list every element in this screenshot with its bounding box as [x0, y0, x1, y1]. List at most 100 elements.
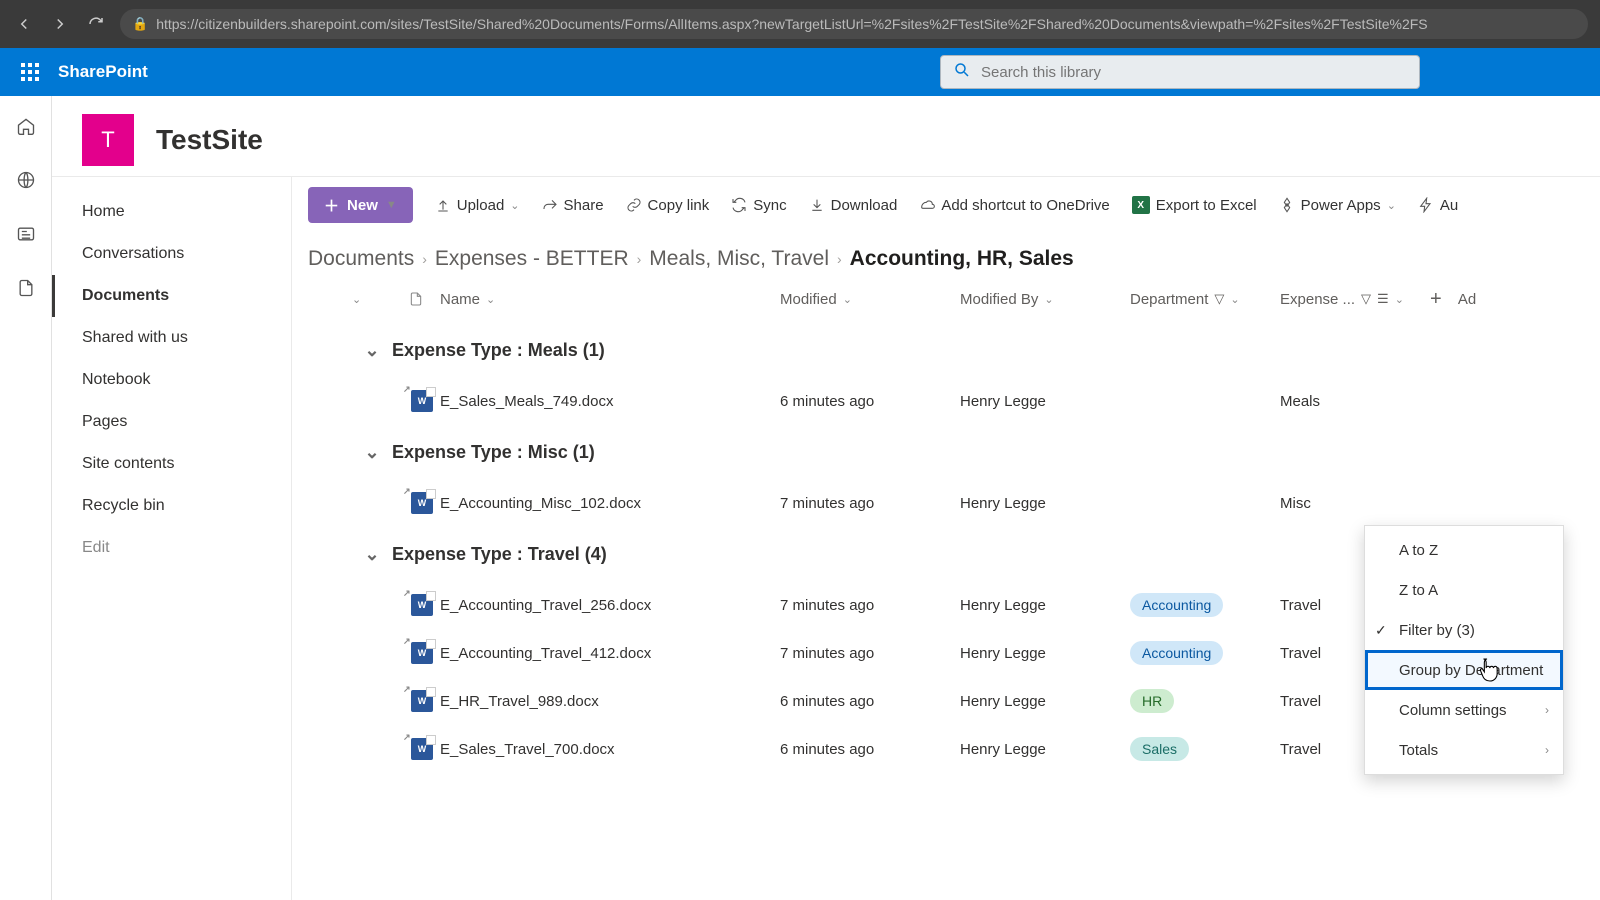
department-value: Accounting [1130, 641, 1280, 665]
group-row[interactable]: ⌄Expense Type : Meals (1) [296, 323, 1596, 377]
file-name[interactable]: E_Accounting_Travel_412.docx [440, 645, 780, 662]
crumb-documents[interactable]: Documents [308, 247, 414, 271]
globe-icon[interactable] [14, 168, 38, 192]
nav-documents[interactable]: Documents [52, 275, 291, 317]
chevron-down-icon: ▼ [386, 199, 397, 211]
url-text: https://citizenbuilders.sharepoint.com/s… [156, 16, 1427, 32]
file-name[interactable]: E_HR_Travel_989.docx [440, 693, 780, 710]
browser-toolbar: 🔒 https://citizenbuilders.sharepoint.com… [0, 0, 1600, 48]
crumb-types[interactable]: Meals, Misc, Travel [649, 247, 829, 271]
powerapps-button[interactable]: Power Apps⌄ [1279, 197, 1396, 214]
chevron-down-icon: ⌄ [486, 293, 495, 306]
download-button[interactable]: Download [809, 197, 898, 214]
reload-button[interactable] [84, 12, 108, 36]
nav-recycle[interactable]: Recycle bin [52, 485, 291, 527]
table-row[interactable]: ↗WE_Accounting_Misc_102.docx7 minutes ag… [296, 479, 1596, 527]
chevron-down-icon[interactable]: ⌄ [352, 544, 392, 565]
site-header: T TestSite [52, 96, 1600, 176]
news-icon[interactable] [14, 222, 38, 246]
nav-notebook[interactable]: Notebook [52, 359, 291, 401]
department-value: Sales [1130, 737, 1280, 761]
search-icon [953, 61, 971, 84]
table-row[interactable]: ↗WE_Sales_Meals_749.docx6 minutes agoHen… [296, 377, 1596, 425]
filter-icon: ▽ [1361, 291, 1371, 307]
nav-sitecontents[interactable]: Site contents [52, 443, 291, 485]
department-value: Accounting [1130, 593, 1280, 617]
site-logo[interactable]: T [82, 114, 134, 166]
column-name[interactable]: Name⌄ [440, 291, 780, 308]
expand-all[interactable]: ⌄ [352, 293, 392, 306]
back-button[interactable] [12, 12, 36, 36]
group-label: Expense Type : Travel (4) [392, 544, 607, 565]
expensetype-value: Misc [1280, 495, 1430, 512]
file-name[interactable]: E_Sales_Meals_749.docx [440, 393, 780, 410]
word-file-icon: ↗W [411, 594, 433, 616]
modified-value: 6 minutes ago [780, 393, 960, 410]
addshortcut-button[interactable]: Add shortcut to OneDrive [919, 197, 1109, 214]
forward-button[interactable] [48, 12, 72, 36]
chevron-down-icon: ⌄ [843, 293, 852, 306]
menu-filter-by[interactable]: ✓Filter by (3) [1365, 610, 1563, 650]
column-department[interactable]: Department▽⌄ [1130, 291, 1280, 308]
add-column-button[interactable]: + Ad [1430, 288, 1490, 311]
word-file-icon: ↗W [411, 492, 433, 514]
word-file-icon: ↗W [411, 738, 433, 760]
address-bar[interactable]: 🔒 https://citizenbuilders.sharepoint.com… [120, 9, 1588, 39]
nav-home[interactable]: Home [52, 191, 291, 233]
modified-value: 7 minutes ago [780, 645, 960, 662]
upload-button[interactable]: Upload⌄ [435, 197, 520, 214]
chevron-right-icon: › [637, 251, 642, 267]
column-expensetype[interactable]: Expense ...▽☰⌄ [1280, 291, 1430, 308]
file-name[interactable]: E_Sales_Travel_700.docx [440, 741, 780, 758]
department-value: HR [1130, 689, 1280, 713]
chevron-down-icon[interactable]: ⌄ [352, 340, 392, 361]
crumb-expenses[interactable]: Expenses - BETTER [435, 247, 629, 271]
new-button[interactable]: ＋ New ▼ [308, 187, 413, 223]
menu-z-to-a[interactable]: Z to A [1365, 570, 1563, 610]
file-name[interactable]: E_Accounting_Misc_102.docx [440, 495, 780, 512]
nav-pages[interactable]: Pages [52, 401, 291, 443]
search-box[interactable] [940, 55, 1420, 89]
modified-value: 6 minutes ago [780, 693, 960, 710]
app-rail [0, 96, 52, 900]
menu-group-by-department[interactable]: Group by Department [1365, 650, 1563, 690]
brand-label[interactable]: SharePoint [58, 62, 148, 82]
chevron-down-icon: ⌄ [1387, 199, 1396, 212]
modifiedby-value: Henry Legge [960, 393, 1130, 410]
menu-a-to-z[interactable]: A to Z [1365, 530, 1563, 570]
modifiedby-value: Henry Legge [960, 645, 1130, 662]
column-modifiedby[interactable]: Modified By⌄ [960, 291, 1130, 308]
modifiedby-value: Henry Legge [960, 741, 1130, 758]
menu-totals[interactable]: Totals› [1365, 730, 1563, 770]
home-icon[interactable] [14, 114, 38, 138]
export-excel-button[interactable]: XExport to Excel [1132, 196, 1257, 214]
chevron-down-icon[interactable]: ⌄ [352, 442, 392, 463]
copylink-button[interactable]: Copy link [626, 197, 710, 214]
automate-button[interactable]: Au [1418, 197, 1458, 214]
app-launcher-icon[interactable] [10, 52, 50, 92]
nav-conversations[interactable]: Conversations [52, 233, 291, 275]
column-modified[interactable]: Modified⌄ [780, 291, 960, 308]
nav-shared[interactable]: Shared with us [52, 317, 291, 359]
sync-button[interactable]: Sync [731, 197, 786, 214]
word-file-icon: ↗W [411, 690, 433, 712]
group-row[interactable]: ⌄Expense Type : Misc (1) [296, 425, 1596, 479]
check-icon: ✓ [1375, 622, 1387, 639]
site-title[interactable]: TestSite [156, 124, 263, 156]
chevron-down-icon: ⌄ [352, 293, 361, 306]
files-icon[interactable] [14, 276, 38, 300]
filetype-header[interactable] [392, 290, 440, 308]
chevron-right-icon: › [1545, 743, 1549, 757]
nav-edit[interactable]: Edit [52, 527, 291, 569]
plus-icon: + [1430, 288, 1442, 311]
share-button[interactable]: Share [542, 197, 604, 214]
modified-value: 7 minutes ago [780, 597, 960, 614]
file-name[interactable]: E_Accounting_Travel_256.docx [440, 597, 780, 614]
groupby-icon: ☰ [1377, 291, 1389, 307]
command-bar: ＋ New ▼ Upload⌄ Share Copy link Sync Dow… [292, 177, 1600, 233]
search-input[interactable] [981, 64, 1407, 81]
menu-column-settings[interactable]: Column settings› [1365, 690, 1563, 730]
filter-icon: ▽ [1214, 291, 1224, 307]
excel-icon: X [1132, 196, 1150, 214]
word-file-icon: ↗W [411, 642, 433, 664]
